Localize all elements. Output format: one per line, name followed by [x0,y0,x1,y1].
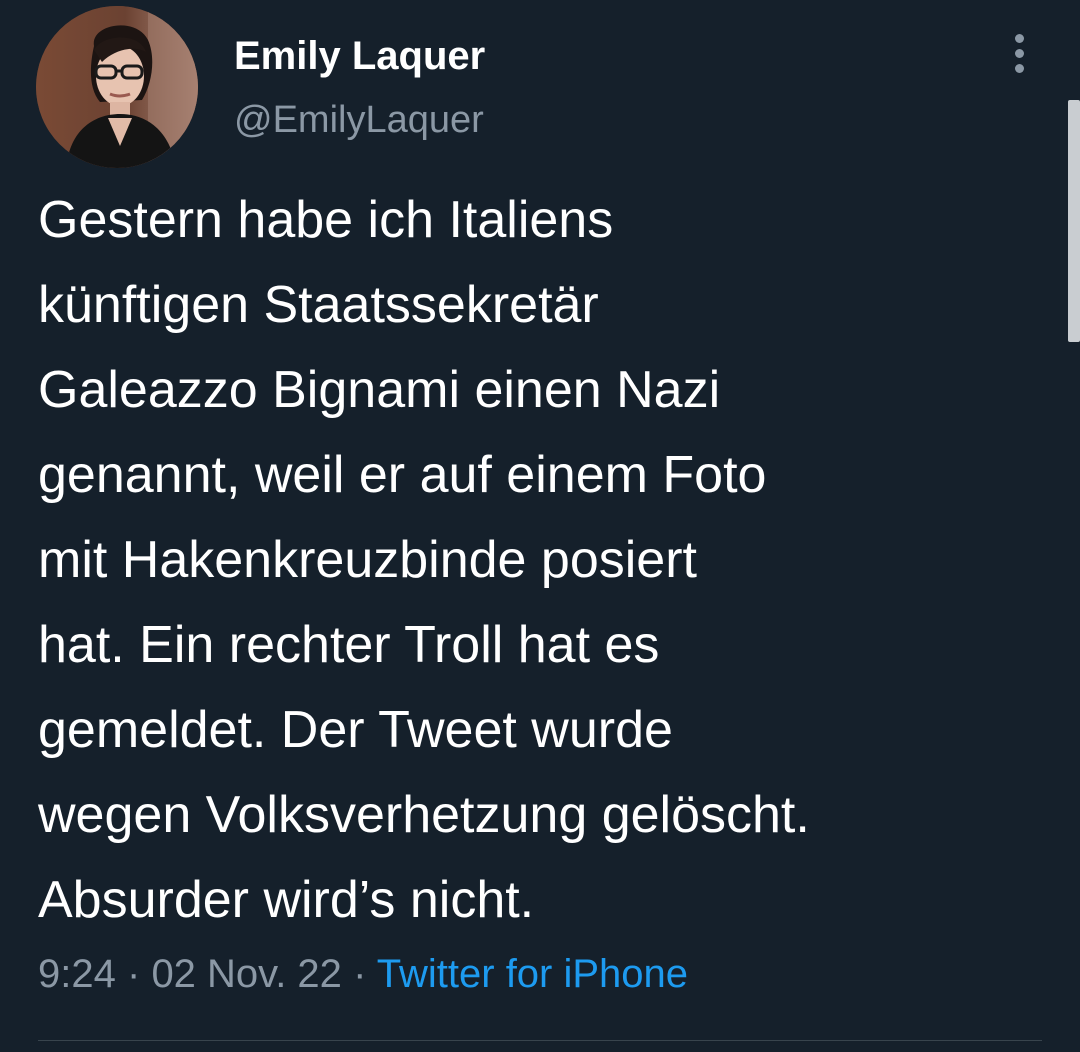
scrollbar-thumb[interactable] [1068,100,1080,342]
avatar-photo [36,6,198,168]
author-name[interactable]: Emily Laquer [234,34,485,79]
meta-separator: · [126,952,141,996]
avatar[interactable] [36,6,198,168]
author-handle[interactable]: @EmilyLaquer [234,99,484,142]
tweet-text: Gestern habe ich Italiens künftigen Staa… [38,191,810,929]
tweet-time[interactable]: 9:24 [38,952,116,996]
tweet-source-link[interactable]: Twitter for iPhone [377,952,688,996]
tweet: Emily Laquer @EmilyLaquer Gestern habe i… [0,0,1080,1052]
meta-separator: · [353,952,367,996]
more-vertical-icon[interactable] [1004,30,1036,78]
tweet-meta: 9:24 · 02 Nov. 22 · Twitter for iPhone [38,952,688,997]
more-dot [1015,64,1024,73]
more-dot [1015,49,1024,58]
divider [38,1040,1042,1041]
tweet-date[interactable]: 02 Nov. 22 [151,952,342,996]
more-dot [1015,34,1024,43]
